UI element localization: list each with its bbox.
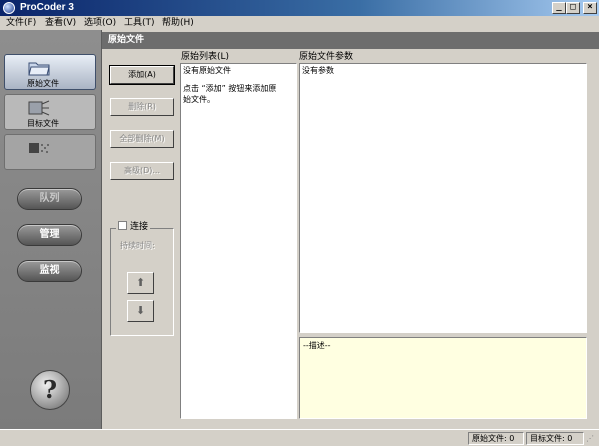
maximize-button[interactable]: □: [566, 2, 580, 14]
section-title: 原始文件: [102, 32, 599, 49]
add-button[interactable]: 添加(A): [109, 65, 175, 85]
checkbox-icon[interactable]: [118, 221, 127, 230]
move-up-button[interactable]: ⬆: [127, 272, 154, 294]
monitor-button[interactable]: 监视: [17, 260, 82, 282]
connection-label: 连接: [130, 222, 149, 232]
source-list-empty: 没有原始文件: [183, 66, 231, 75]
menu-bar: 文件(F) 查看(V) 选项(O) 工具(T) 帮助(H): [0, 16, 599, 30]
delete-button[interactable]: 删除(R): [110, 98, 174, 116]
duration-label: 持续时间:: [120, 241, 155, 250]
tab-source-files-label: 原始文件: [27, 79, 59, 88]
queue-button[interactable]: 队列: [17, 188, 82, 210]
source-file-list[interactable]: 没有原始文件 点击 “添加” 按钮来添加原 始文件。: [180, 63, 297, 419]
source-list-hint-2: 始文件。: [183, 95, 215, 104]
tab-source-files[interactable]: 原始文件: [4, 54, 96, 90]
app-icon: [3, 2, 15, 14]
status-bar: 原始文件: 0 目标文件: 0 ⋰: [0, 429, 599, 446]
folder-icon: [28, 62, 50, 76]
tab-target-files[interactable]: 目标文件: [4, 94, 96, 130]
title-bar: ProCoder 3 _ □ ×: [0, 0, 599, 16]
help-icon[interactable]: ?: [30, 370, 70, 410]
params-list[interactable]: 没有参数: [299, 63, 587, 333]
description-panel: --描述--: [299, 337, 587, 419]
source-list-hint-1: 点击 “添加” 按钮来添加原: [183, 84, 277, 93]
window-title: ProCoder 3: [20, 2, 74, 13]
close-button[interactable]: ×: [583, 2, 597, 14]
source-count: 原始文件: 0: [468, 432, 524, 445]
source-list-label: 原始列表(L): [181, 52, 230, 62]
manage-button[interactable]: 管理: [17, 224, 82, 246]
description-label: --描述--: [303, 341, 331, 350]
menu-help[interactable]: 帮助(H): [162, 17, 194, 29]
menu-view[interactable]: 查看(V): [45, 17, 76, 29]
target-files-icon: [28, 100, 50, 116]
tab-convert[interactable]: [4, 134, 96, 170]
convert-icon: [29, 143, 49, 153]
menu-tools[interactable]: 工具(T): [124, 17, 155, 29]
params-label: 原始文件参数: [299, 52, 354, 62]
connection-checkbox[interactable]: 连接: [116, 221, 151, 233]
target-count: 目标文件: 0: [526, 432, 584, 445]
tab-target-files-label: 目标文件: [27, 119, 59, 128]
delete-all-button[interactable]: 全部删除(M): [110, 130, 174, 148]
sidebar: 原始文件 目标文件 队列 管理 监视 ?: [0, 30, 102, 429]
advanced-button[interactable]: 高级(D)...: [110, 162, 174, 180]
move-down-button[interactable]: ⬇: [127, 300, 154, 322]
params-empty: 没有参数: [302, 66, 334, 75]
menu-options[interactable]: 选项(O): [84, 17, 116, 29]
minimize-button[interactable]: _: [552, 2, 566, 14]
menu-file[interactable]: 文件(F): [6, 17, 36, 29]
resize-grip-icon[interactable]: ⋰: [586, 433, 596, 444]
